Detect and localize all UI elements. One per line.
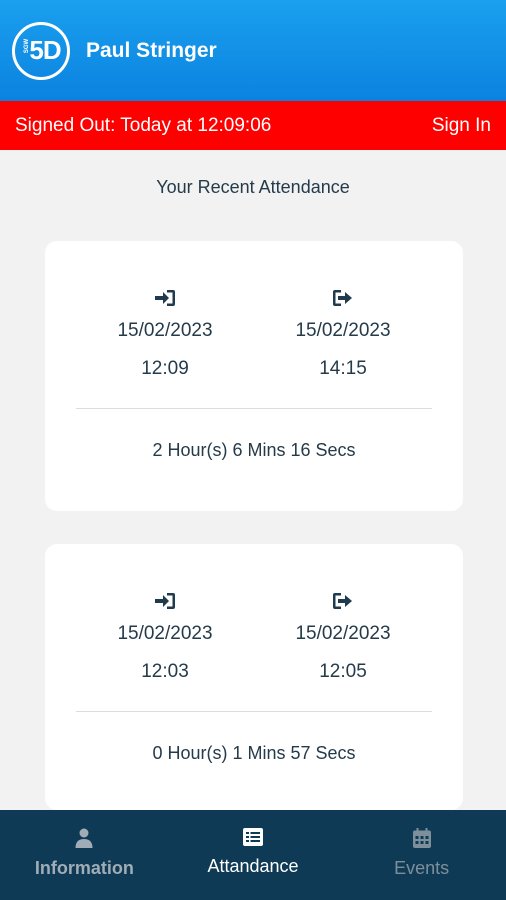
calendar-icon <box>412 828 431 848</box>
sign-out-time: 12:05 <box>319 661 367 682</box>
user-icon <box>75 828 93 848</box>
sign-in-time: 12:03 <box>141 661 189 682</box>
bottom-tab-bar: Information Attandance Events <box>0 810 506 900</box>
tab-information-label: Information <box>34 858 134 878</box>
sign-in-column: 15/02/2023 12:03 <box>75 592 255 683</box>
sign-out-time: 14:15 <box>319 358 367 379</box>
sign-in-date: 15/02/2023 <box>117 623 213 644</box>
tab-events-label: Events <box>394 858 450 878</box>
sign-in-button[interactable]: Sign In <box>432 115 491 137</box>
tab-attandance-label: Attandance <box>207 856 299 876</box>
sign-out-icon <box>333 290 352 306</box>
attendance-card: 15/02/2023 12:09 15/02/2023 14:15 2 Hour… <box>45 241 463 511</box>
sign-status-bar: Signed Out: Today at 12:09:06 Sign In <box>0 101 506 150</box>
app-header: SGW 5D Paul Stringer <box>0 0 506 101</box>
tab-information[interactable]: Information <box>0 810 169 900</box>
attendance-duration: 0 Hour(s) 1 Mins 57 Secs <box>152 743 356 763</box>
sign-in-column: 15/02/2023 12:09 <box>75 289 255 380</box>
user-name: Paul Stringer <box>86 38 217 62</box>
sign-out-column: 15/02/2023 14:15 <box>253 289 433 380</box>
tab-attandance[interactable]: Attandance <box>169 810 338 900</box>
sign-out-icon <box>333 593 352 609</box>
card-divider <box>76 408 432 409</box>
attendance-card: 15/02/2023 12:03 15/02/2023 12:05 0 Hour… <box>45 544 463 810</box>
section-title: Your Recent Attendance <box>156 177 350 197</box>
sign-out-date: 15/02/2023 <box>295 623 391 644</box>
sign-out-column: 15/02/2023 12:05 <box>253 592 433 683</box>
card-divider <box>76 711 432 712</box>
app-logo: SGW 5D <box>12 21 70 80</box>
sign-out-date: 15/02/2023 <box>295 320 391 341</box>
sign-in-icon <box>155 593 175 609</box>
sign-status-text: Signed Out: Today at 12:09:06 <box>15 114 272 136</box>
logo-small-text: SGW <box>24 38 31 53</box>
sign-in-icon <box>155 290 175 306</box>
sign-in-date: 15/02/2023 <box>117 320 213 341</box>
logo-main-text: 5D <box>29 35 61 65</box>
tab-events[interactable]: Events <box>337 810 506 900</box>
list-icon <box>243 828 263 846</box>
attendance-duration: 2 Hour(s) 6 Mins 16 Secs <box>152 440 356 460</box>
sign-in-time: 12:09 <box>141 358 189 379</box>
